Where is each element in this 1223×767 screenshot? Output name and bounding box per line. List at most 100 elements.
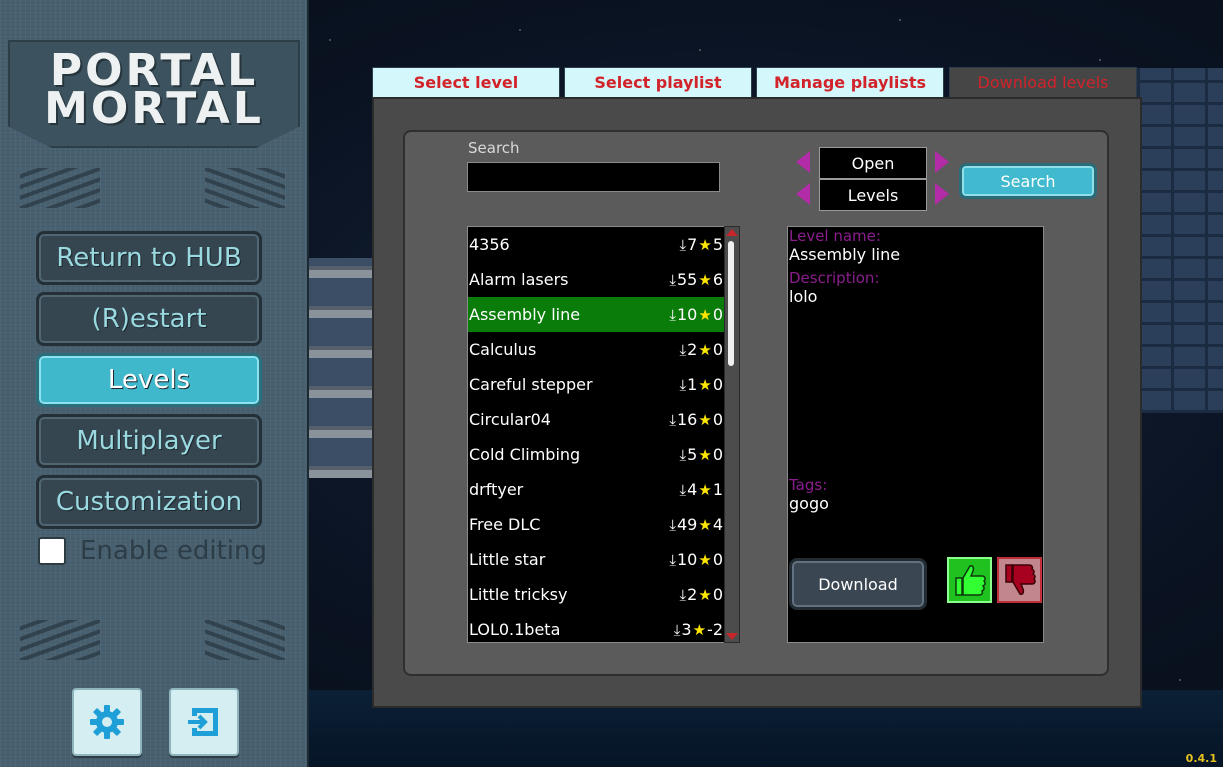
star-count: 0 <box>712 375 723 394</box>
download-icon: ⤓ <box>669 410 676 429</box>
list-item[interactable]: Little tricksy ⤓ 2 ★ 0 <box>468 577 724 612</box>
list-item[interactable]: Circular04 ⤓ 16 ★ 0 <box>468 402 724 437</box>
star-icon: ★ <box>698 585 712 604</box>
download-count: 2 <box>687 585 698 604</box>
tags-value: gogo <box>789 494 829 513</box>
decor-chevrons <box>205 168 285 208</box>
level-name: drftyer <box>469 480 524 499</box>
star-icon: ★ <box>698 340 712 359</box>
download-count: 4 <box>687 480 698 499</box>
list-item[interactable]: drftyer ⤓ 4 ★ 1 <box>468 472 724 507</box>
list-item[interactable]: Alarm lasers ⤓ 55 ★ 6 <box>468 262 724 297</box>
download-count: 49 <box>677 515 698 534</box>
download-icon: ⤓ <box>669 515 676 534</box>
customization-button[interactable]: Customization <box>36 475 262 529</box>
download-count: 16 <box>677 410 698 429</box>
download-icon: ⤓ <box>669 270 676 289</box>
scroll-down-arrow-icon[interactable] <box>726 633 738 640</box>
list-item[interactable]: LOL0.1beta ⤓ 3 ★ -2 <box>468 612 724 642</box>
level-list-scrollbar[interactable] <box>724 226 740 643</box>
star-icon: ★ <box>692 620 707 639</box>
logo-line-2: MORTAL <box>44 83 264 134</box>
enable-editing-checkbox[interactable] <box>38 537 66 565</box>
levels-selector: Levels <box>819 179 927 211</box>
download-button[interactable]: Download <box>789 558 927 610</box>
enable-editing-label: Enable editing <box>80 536 267 566</box>
tab-select-level[interactable]: Select level <box>372 67 560 98</box>
level-name: LOL0.1beta <box>469 620 561 639</box>
star-count: 0 <box>712 445 723 464</box>
download-icon: ⤓ <box>679 235 687 254</box>
list-item[interactable]: Calculus ⤓ 2 ★ 0 <box>468 332 724 367</box>
search-button[interactable]: Search <box>959 163 1097 199</box>
return-to-hub-button[interactable]: Return to HUB <box>36 231 262 285</box>
star-icon: ★ <box>698 305 712 324</box>
restart-button[interactable]: (R)estart <box>36 292 262 346</box>
open-selector: Open <box>819 147 927 179</box>
levels-next-arrow-icon[interactable] <box>935 183 949 205</box>
star-count: 0 <box>712 340 723 359</box>
download-icon: ⤓ <box>669 550 676 569</box>
game-logo: PORTAL MORTAL <box>10 49 298 134</box>
open-next-arrow-icon[interactable] <box>935 151 949 173</box>
tab-download-levels[interactable]: Download levels <box>949 67 1137 98</box>
level-name: 4356 <box>469 235 510 254</box>
tab-manage-playlists[interactable]: Manage playlists <box>756 67 944 98</box>
star-icon: ★ <box>698 550 712 569</box>
level-name: Circular04 <box>469 410 551 429</box>
download-count: 7 <box>687 235 698 254</box>
level-list: 4356 ⤓ 7 ★ 5 Alarm lasers ⤓ 55 ★ 6 Assembly li… <box>467 226 725 643</box>
scroll-up-arrow-icon[interactable] <box>726 229 738 236</box>
search-input[interactable] <box>467 162 720 192</box>
download-count: 2 <box>687 340 698 359</box>
star-count: 5 <box>712 235 723 254</box>
list-item[interactable]: 4356 ⤓ 7 ★ 5 <box>468 227 724 262</box>
star-icon: ★ <box>698 445 712 464</box>
thumbs-up-icon <box>954 565 986 596</box>
description-label: Description: <box>789 269 880 287</box>
background-building-right <box>1137 68 1223 413</box>
level-name-label: Level name: <box>789 227 881 245</box>
star-count: 0 <box>712 410 723 429</box>
download-count: 1 <box>687 375 698 394</box>
like-button[interactable] <box>947 557 992 603</box>
tags-label: Tags: <box>789 476 828 494</box>
download-count: 55 <box>677 270 698 289</box>
level-name: Cold Climbing <box>469 445 581 464</box>
list-item[interactable]: Free DLC ⤓ 49 ★ 4 <box>468 507 724 542</box>
list-item[interactable]: Cold Climbing ⤓ 5 ★ 0 <box>468 437 724 472</box>
star-count: 4 <box>712 515 723 534</box>
download-count: 5 <box>687 445 698 464</box>
download-icon: ⤓ <box>679 445 687 464</box>
star-icon: ★ <box>698 480 712 499</box>
gear-icon <box>90 705 124 739</box>
exit-icon <box>188 708 218 736</box>
exit-button[interactable] <box>169 688 239 756</box>
star-count: 0 <box>712 550 723 569</box>
dislike-button[interactable] <box>997 557 1042 603</box>
level-name: Little star <box>469 550 546 569</box>
download-icon: ⤓ <box>669 305 676 324</box>
settings-button[interactable] <box>72 688 142 756</box>
level-name-value: Assembly line <box>789 245 901 264</box>
multiplayer-button[interactable]: Multiplayer <box>36 414 262 468</box>
star-icon: ★ <box>698 410 712 429</box>
star-count: 0 <box>712 305 723 324</box>
list-item-selected[interactable]: Assembly line ⤓ 10 ★ 0 <box>468 297 724 332</box>
decor-chevrons <box>20 168 100 208</box>
download-icon: ⤓ <box>673 620 681 639</box>
description-value: lolo <box>789 287 818 306</box>
download-icon: ⤓ <box>679 480 687 499</box>
levels-button[interactable]: Levels <box>36 353 262 407</box>
open-prev-arrow-icon[interactable] <box>796 151 810 173</box>
list-item[interactable]: Little star ⤓ 10 ★ 0 <box>468 542 724 577</box>
star-count: 1 <box>712 480 723 499</box>
scroll-thumb[interactable] <box>728 241 734 366</box>
enable-editing-toggle[interactable]: Enable editing <box>38 536 267 566</box>
sidebar: PORTAL MORTAL Return to HUB (R)estart Le… <box>0 0 309 767</box>
list-item[interactable]: Careful stepper ⤓ 1 ★ 0 <box>468 367 724 402</box>
star-icon: ★ <box>698 235 712 254</box>
levels-prev-arrow-icon[interactable] <box>796 183 810 205</box>
version-label: 0.4.1 <box>1185 752 1217 765</box>
tab-select-playlist[interactable]: Select playlist <box>564 67 752 98</box>
